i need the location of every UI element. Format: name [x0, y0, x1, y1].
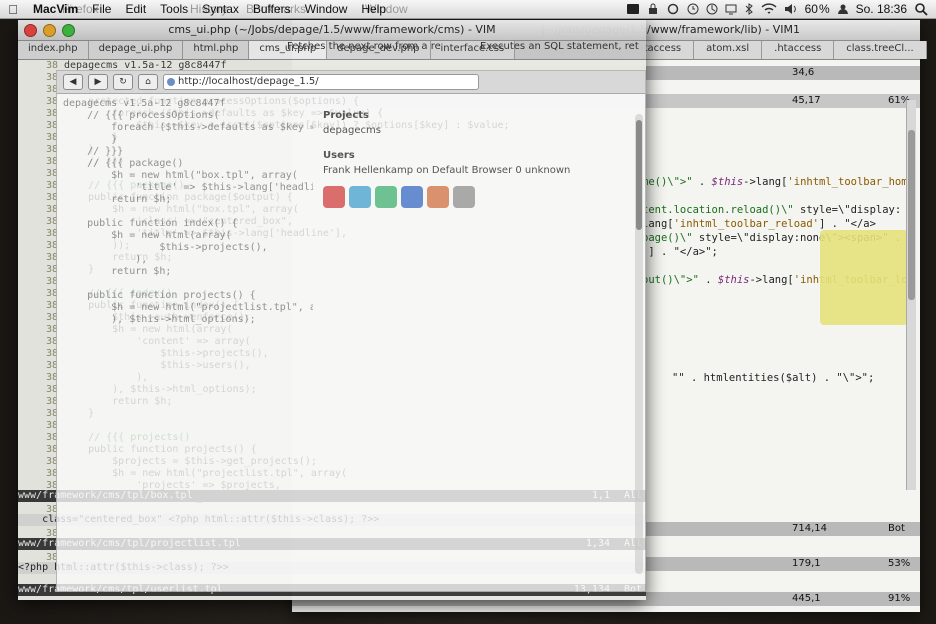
url-bar[interactable]: http://localhost/depage_1.5/ — [163, 74, 479, 90]
ghost-menu-bookmarks: Bookmarks — [246, 2, 307, 16]
cursor-position: 714,14 — [792, 523, 827, 534]
ghost-menu-history: History — [190, 2, 228, 16]
apple-menu-icon[interactable]:  — [0, 2, 26, 17]
scroll-percent: 91% — [888, 593, 911, 604]
ghost-code-line — [63, 206, 313, 218]
tab-index-php[interactable]: index.php — [18, 41, 89, 59]
ghost-code-line: // {{{ package() — [63, 158, 184, 169]
toolbar-icons — [323, 186, 639, 208]
ghost-code-line: $this->projects(), — [63, 242, 268, 253]
spotlight-search-icon[interactable] — [914, 2, 928, 16]
ghost-code-line: return $h; — [63, 194, 172, 205]
forward-arrow-icon[interactable]: ▶ — [88, 74, 108, 90]
cursor-position: 445,1 — [792, 593, 821, 604]
reload-icon[interactable]: ↻ — [113, 74, 133, 90]
tab-htaccess-2[interactable]: .htaccess — [762, 41, 835, 59]
ghost-code-line: $h = new html("box.tpl", array( — [63, 170, 298, 181]
ghost-code-line: ), — [63, 254, 148, 265]
scroll-percent: Bot — [888, 523, 905, 534]
code-line[interactable]: me()\">" . $this->lang['inhtml_toolbar_h… — [642, 175, 912, 189]
project-side-panel: Projects depagecms Users Frank Hellenkam… — [319, 96, 639, 208]
wifi-icon[interactable] — [761, 3, 777, 15]
code-line[interactable] — [642, 189, 912, 203]
menu-window[interactable]: Window — [298, 2, 355, 16]
ghost-code-line: public function projects() { — [63, 290, 256, 301]
menu-bar:  MacVim File Edit Tools Syntax Buffers … — [0, 0, 936, 19]
window-title-text: cms_ui.php (~/Jobs/depage/1.5/www/framew… — [168, 23, 496, 36]
orange-tool-icon[interactable] — [427, 186, 449, 208]
user-icon[interactable] — [837, 3, 849, 15]
browser-toolbar: ◀ ▶ ↻ ⌂ http://localhost/depage_1.5/ — [57, 71, 645, 94]
users-heading: Users — [323, 150, 355, 161]
green-tool-icon[interactable] — [375, 186, 397, 208]
yellow-note-panel — [820, 230, 908, 325]
status-icons: 60 % So. 18:36 — [626, 0, 928, 18]
close-button-icon[interactable] — [24, 24, 37, 37]
minimize-button-icon[interactable] — [43, 24, 56, 37]
red-tool-icon[interactable] — [323, 186, 345, 208]
browser-tab-2[interactable]: Executes an SQL statement, ret — [480, 41, 639, 52]
clock-icon[interactable] — [687, 3, 699, 15]
ghost-code-line: foreach ($this->defaults as $key => $val… — [111, 122, 313, 133]
battery-percent: 60 — [804, 2, 818, 16]
gray-tool-icon[interactable] — [453, 186, 475, 208]
ghost-code-line: $h = new html("projectlist.tpl", array( — [111, 302, 313, 313]
blue-tool-icon-2[interactable] — [401, 186, 423, 208]
zoom-button-icon[interactable] — [62, 24, 75, 37]
ghost-code-line: // {{{ processOptions( — [63, 110, 220, 121]
ghost-code-line: return $h; — [63, 266, 172, 277]
dropbox-icon[interactable] — [626, 3, 640, 15]
menu-tools[interactable]: Tools — [153, 2, 195, 16]
browser-tab-strip: Fetches the next row from a re Executes … — [287, 41, 639, 52]
menu-edit[interactable]: Edit — [118, 2, 153, 16]
ghost-code-overlay: depagecms v1.5a-12 g8c8447f // {{{ proce… — [63, 98, 313, 326]
ghost-code-line: } — [63, 134, 118, 145]
tab-html-php[interactable]: html.php — [183, 41, 250, 59]
code-line-htmlentities[interactable]: "" . htmlentities($alt) . "\">"; — [672, 372, 874, 384]
tab-class-tree[interactable]: class.treeCl... — [834, 41, 927, 59]
scroll-percent: 53% — [888, 558, 911, 569]
ghost-code-line — [63, 278, 313, 290]
code-line[interactable]: lang['inhtml_toolbar_reload'] . "</a> — [642, 217, 912, 231]
cursor-position: 179,1 — [792, 558, 821, 569]
ghost-code-line: $h = new html(array( — [63, 230, 232, 241]
bluetooth-icon[interactable] — [744, 3, 754, 15]
ghost-menu-firefox: Firefox — [62, 2, 99, 16]
display-icon[interactable] — [725, 3, 737, 15]
percent-sign: % — [818, 2, 830, 16]
projects-heading: Projects — [323, 110, 370, 121]
volume-icon[interactable] — [784, 3, 798, 15]
browser-content: depagecms v1.5a-12 g8c8447f // {{{ proce… — [57, 94, 645, 591]
browser-window-overlay[interactable]: ◀ ▶ ↻ ⌂ http://localhost/depage_1.5/ Fet… — [56, 41, 646, 592]
sync-icon[interactable] — [666, 3, 680, 15]
tab-depage-ui[interactable]: depage_ui.php — [88, 41, 184, 59]
code-line[interactable]: tent.location.reload()\" style=\"display… — [642, 203, 912, 217]
browser-scrollbar[interactable] — [635, 114, 643, 574]
ghost-code-line: depagecms v1.5a-12 g8c8447f — [63, 98, 226, 109]
back-arrow-icon[interactable]: ◀ — [63, 74, 83, 90]
cursor-position: 45,17 — [792, 95, 821, 106]
cursor-position: 34,6 — [792, 67, 815, 78]
project-item-depagecms[interactable]: depagecms — [323, 125, 639, 136]
blue-tool-icon[interactable] — [349, 186, 371, 208]
user-item[interactable]: Frank Hellenkamp on Default Browser 0 un… — [323, 165, 639, 176]
browser-tab-1[interactable]: Fetches the next row from a re — [287, 41, 441, 52]
tab-atom-xsl[interactable]: atom.xsl — [694, 41, 763, 59]
scrollbar-right[interactable] — [906, 100, 916, 490]
window-title-left: cms_ui.php (~/Jobs/depage/1.5/www/framew… — [18, 20, 646, 41]
time-machine-icon[interactable] — [706, 3, 718, 15]
home-icon[interactable]: ⌂ — [138, 74, 158, 90]
ghost-menu-window: Window — [365, 2, 408, 16]
menubar-clock[interactable]: So. 18:36 — [856, 2, 907, 16]
ghost-code-line: public function index() { — [63, 218, 238, 229]
window-controls — [24, 24, 75, 37]
ghost-code-line: // }}} — [63, 146, 124, 157]
ghost-code-line: 'title' => $this->lang['headline'], — [135, 182, 313, 193]
lock-icon[interactable] — [647, 3, 659, 15]
ghost-code-line: ), $this->html_options); — [63, 314, 256, 325]
